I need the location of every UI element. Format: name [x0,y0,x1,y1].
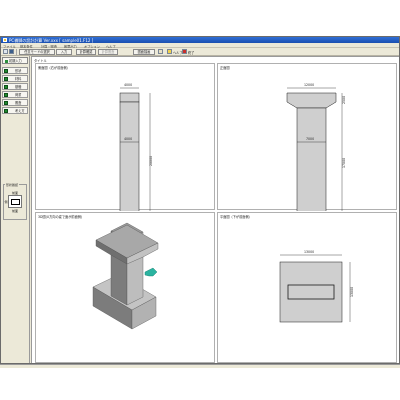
sidebar-item-label: 考え方 [15,109,25,113]
status-square-icon [4,93,8,97]
sidebar-item-label: 照査 [15,101,22,105]
status-square-icon [4,69,8,73]
sidebar-item-label: 形状 [15,69,22,73]
dim-mid-width: 4000 [124,137,132,141]
dim-top-width: 4000 [124,83,132,87]
section-preview[interactable] [8,195,22,208]
section-outline [11,199,20,205]
side-view-pane[interactable]: 側面図（右が前面側） 4000 4000 20000 12000 [35,63,215,211]
exit-label: 終了 [188,51,195,55]
status-square-icon [4,85,8,89]
plan-view-pane[interactable]: 平面図（下が前面側） 13000 13000 [217,212,397,363]
dim-top-width: 12000 [304,83,314,87]
left-panel: 初期入力 形状 材料 基礎 荷重 照査 考え方 形状確認 前面 側 前面 [1,56,30,363]
calc-confirm-button[interactable]: 計算確認 [76,49,96,55]
status-square-icon [4,77,8,81]
exit-icon[interactable] [182,49,187,55]
app-icon [3,38,7,42]
toolbar-separator [16,49,17,55]
input-button[interactable]: 入力 [56,49,72,55]
sidebar-item-approach[interactable]: 考え方 [2,107,28,114]
pier-column [119,101,140,211]
column-plan [287,284,335,300]
status-square-icon [4,109,8,113]
drawing-button[interactable]: 図面描画 [133,49,155,55]
sidebar-item-label: 荷重 [15,93,22,97]
front-view-pane[interactable]: 正面図 12000 2500 7000 17000 3000 12000 [217,63,397,211]
sidebar-item-load[interactable]: 荷重 [2,91,28,98]
pier-cap [119,92,140,103]
side-view-drawing: 4000 4000 20000 12000 [119,83,153,211]
iso-view-pane[interactable]: 3D図(X方向の姿で面が前面側) [35,212,215,363]
plan-view-drawing: 13000 13000 [279,250,354,323]
direction-arrow-icon [144,267,158,277]
new-file-icon[interactable] [3,49,8,55]
dim-cap-height: 2500 [342,96,346,104]
section-top-label: 前面 [12,190,19,195]
save-icon[interactable] [9,49,14,55]
pier-column [296,107,327,211]
initial-input-button[interactable]: 初期入力 [2,57,28,64]
toolbar: 任意モードの選択 入力 計算確認 計算照査 図面描画 ヘルプ 終了 [1,48,399,56]
title-label: タイトル [34,58,47,63]
status-bar [0,364,400,368]
front-view-drawing: 12000 2500 7000 17000 3000 12000 [286,83,346,211]
pier-cap-flared [286,92,337,109]
app-window: PC橋脚の設計計算 Ver.xxx [ sample01.F12 ] ファイル … [0,36,400,364]
iso-view-drawing [92,222,159,330]
sidebar-item-check[interactable]: 照査 [2,99,28,106]
status-square-icon [4,101,8,105]
sidebar-item-label: 基礎 [15,85,22,89]
drawing-area: タイトル 側面図（右が前面側） 4000 4000 20000 12000 正面… [31,56,399,363]
section-preview-group: 形状確認 前面 側 前面 [3,183,27,220]
dim-mid-width: 7000 [306,137,314,141]
section-preview-caption: 形状確認 [5,183,20,187]
calc-check-button[interactable]: 計算照査 [98,49,118,55]
settings-icon[interactable] [158,49,163,55]
dim-height: 20000 [149,156,153,166]
sidebar-item-material[interactable]: 材料 [2,75,28,82]
dim-plan-depth: 13000 [350,287,354,297]
sidebar-item-shape[interactable]: 形状 [2,67,28,74]
sidebar-item-foundation[interactable]: 基礎 [2,83,28,90]
section-bottom-label: 前面 [12,209,19,213]
sidebar-item-label: 材料 [15,77,22,81]
initial-input-label: 初期入力 [9,59,22,63]
dim-column-height: 17000 [342,158,346,168]
mode-select-button[interactable]: 任意モードの選択 [19,49,55,55]
dim-plan-width: 13000 [304,250,314,254]
help-icon[interactable] [167,49,172,55]
green-square-icon [4,59,8,63]
